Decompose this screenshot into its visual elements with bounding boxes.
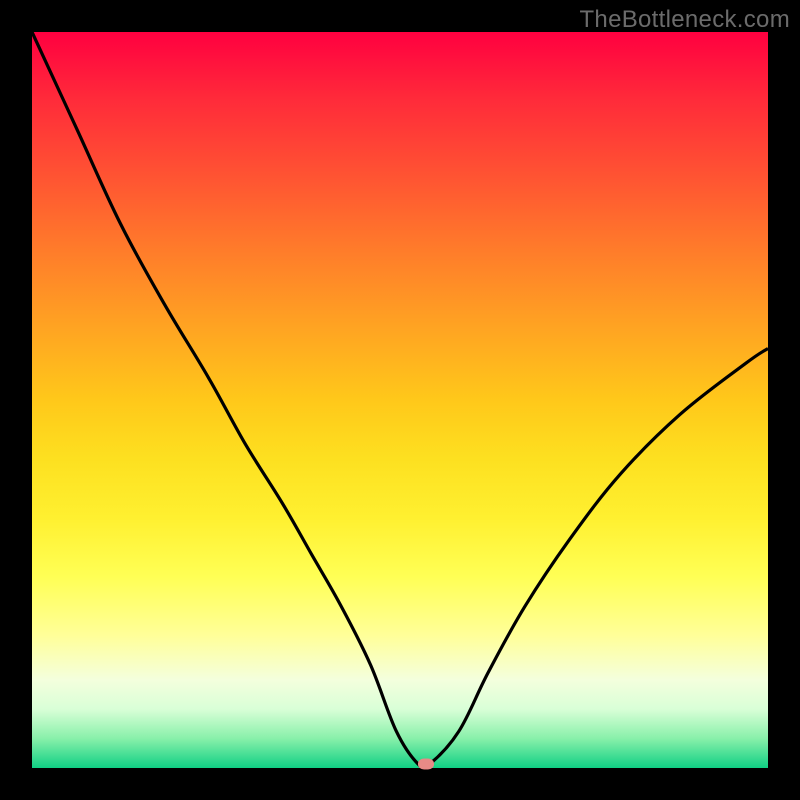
optimum-marker-icon [418,759,434,770]
watermark-text: TheBottleneck.com [579,6,790,34]
plot-area [32,32,768,768]
bottleneck-curve [32,32,768,768]
